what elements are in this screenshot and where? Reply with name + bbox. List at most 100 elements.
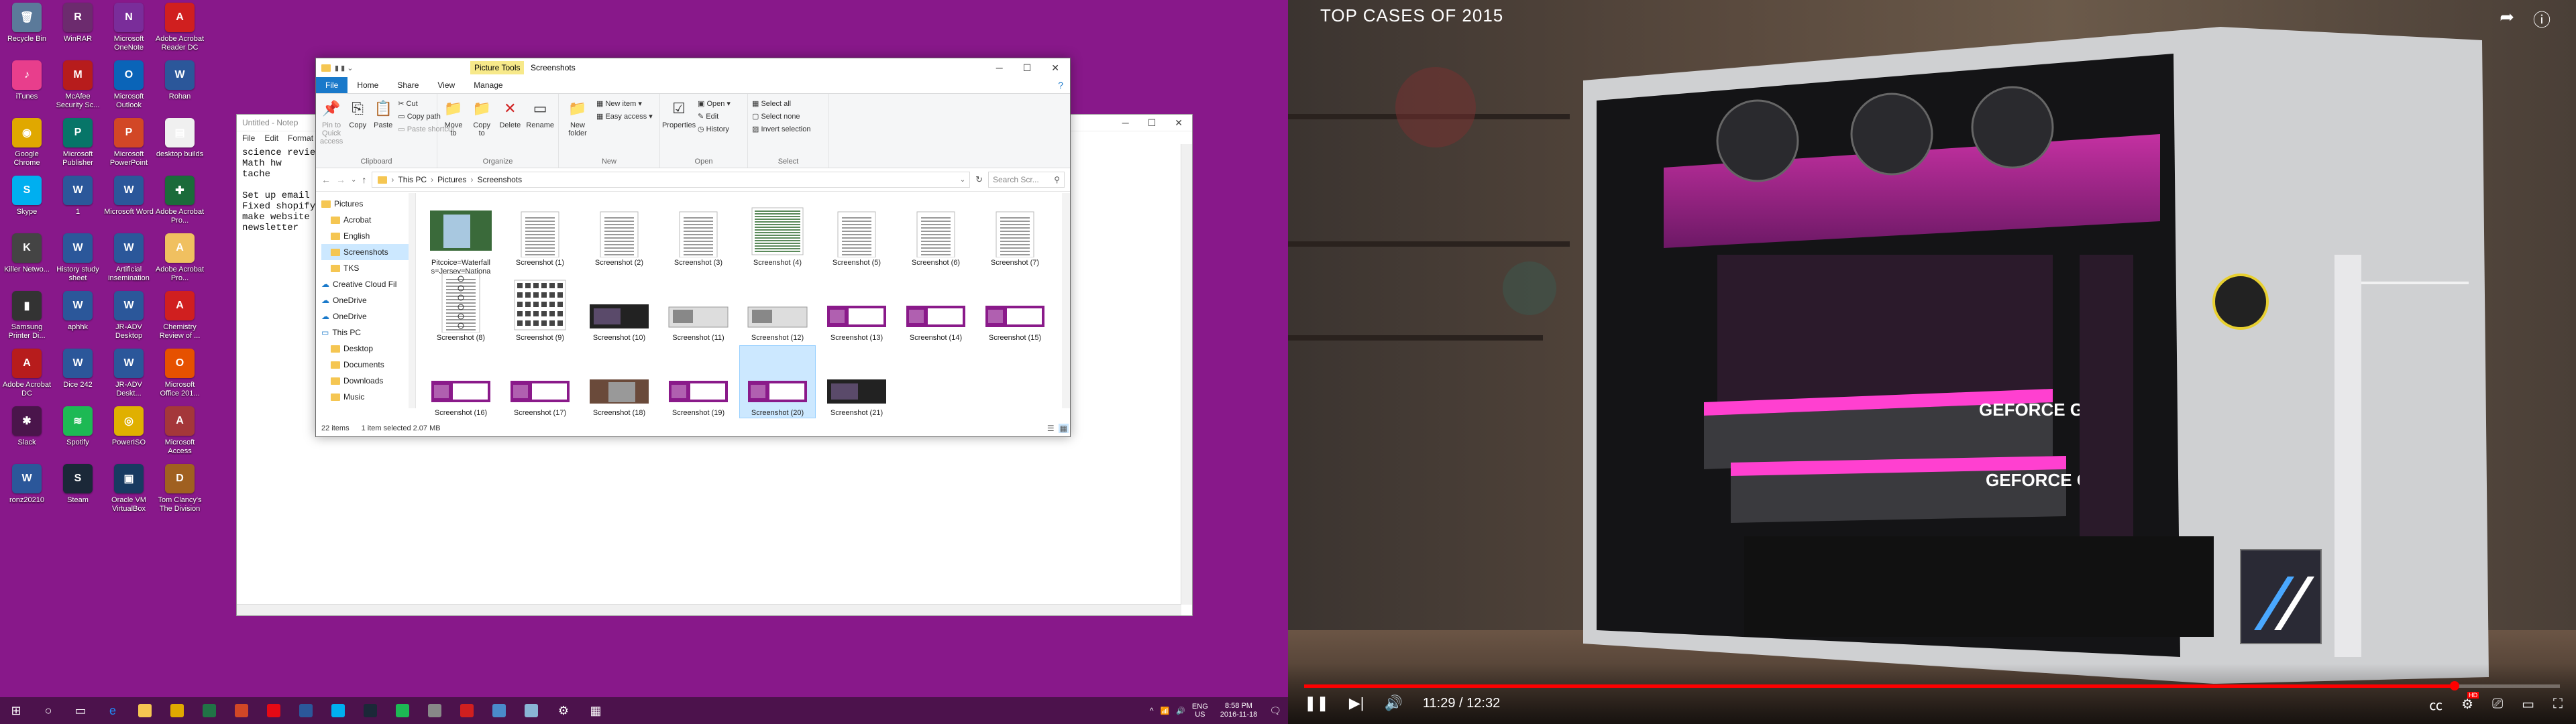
action-center-icon[interactable]: 🗨: [1269, 705, 1281, 717]
desktop-icon[interactable]: A Microsoft Access: [156, 406, 204, 456]
quick-access-toolbar[interactable]: ▮ ▮ ⌄: [335, 64, 353, 72]
tab-manage[interactable]: Manage: [464, 77, 512, 93]
nav-item[interactable]: ☁ Creative Cloud Fil: [321, 276, 415, 292]
file-thumbnail[interactable]: Screenshot (4): [740, 196, 815, 267]
share-icon[interactable]: ➦: [2500, 7, 2514, 32]
desktop-icon[interactable]: D Tom Clancy's The Division: [156, 464, 204, 514]
easy-access-button[interactable]: ▦ Easy access ▾: [596, 112, 653, 121]
nav-item[interactable]: English: [321, 228, 415, 244]
nav-item[interactable]: Music: [321, 389, 415, 405]
file-thumbnail[interactable]: Screenshot (8): [423, 271, 498, 343]
file-thumbnail[interactable]: Screenshot (7): [977, 196, 1053, 267]
taskbar-settings-icon[interactable]: ⚙: [547, 697, 580, 724]
desktop-icon[interactable]: A Chemistry Review of ...: [156, 291, 204, 341]
invert-selection-button[interactable]: ▨ Invert selection: [752, 125, 810, 133]
select-all-button[interactable]: ▦ Select all: [752, 99, 810, 108]
cast-icon[interactable]: ⎚: [2492, 697, 2503, 712]
volume-icon[interactable]: 🔊: [1176, 707, 1185, 715]
theater-icon[interactable]: ▭: [2522, 696, 2534, 713]
close-icon[interactable]: ✕: [1175, 117, 1183, 129]
tab-file[interactable]: File: [316, 77, 348, 93]
open-button[interactable]: ▣ Open ▾: [698, 99, 731, 108]
file-thumbnail[interactable]: Screenshot (10): [582, 271, 657, 343]
taskbar-excel-icon[interactable]: [193, 697, 225, 724]
file-thumbnail[interactable]: Screenshot (2): [582, 196, 657, 267]
desktop-icon[interactable]: ✚ Adobe Acrobat Pro...: [156, 176, 204, 225]
menu-edit[interactable]: Edit: [264, 133, 278, 143]
file-thumbnail[interactable]: Screenshot (21): [819, 346, 894, 418]
desktop-icon[interactable]: ▤ desktop builds: [156, 118, 204, 159]
copy-to-button[interactable]: 📁 Copy to: [470, 98, 494, 154]
desktop-icon[interactable]: S Skype: [3, 176, 51, 217]
taskbar-task-view-icon[interactable]: ▭: [64, 697, 97, 724]
pin-quick-access-button[interactable]: 📌 Pin to Quick access: [320, 98, 343, 154]
desktop-icon[interactable]: ▣ Oracle VM VirtualBox: [105, 464, 153, 514]
breadcrumb-pictures[interactable]: Pictures: [437, 175, 466, 184]
nav-item[interactable]: ▭ This PC: [321, 324, 415, 341]
search-input[interactable]: Search Scr... ⚲: [988, 172, 1065, 188]
desktop-icon[interactable]: A Adobe Acrobat Reader DC: [156, 3, 204, 52]
desktop-icon[interactable]: S Steam: [54, 464, 102, 505]
vertical-scrollbar[interactable]: [1181, 144, 1192, 605]
file-thumbnail[interactable]: Screenshot (1): [502, 196, 578, 267]
taskbar-skype-icon[interactable]: [322, 697, 354, 724]
desktop-icon[interactable]: W History study sheet: [54, 233, 102, 283]
desktop-icon[interactable]: P Microsoft PowerPoint: [105, 118, 153, 168]
desktop-icon[interactable]: W Rohan: [156, 60, 204, 101]
tab-view[interactable]: View: [428, 77, 464, 93]
desktop-icon[interactable]: P Microsoft Publisher: [54, 118, 102, 168]
properties-button[interactable]: ☑ Properties: [662, 98, 696, 154]
forward-icon[interactable]: →: [336, 174, 345, 185]
file-thumbnail[interactable]: Screenshot (18): [582, 346, 657, 418]
pause-icon[interactable]: ❚❚: [1304, 695, 1329, 712]
nav-item[interactable]: Pictures: [321, 196, 415, 212]
maximize-icon[interactable]: ☐: [1023, 62, 1032, 74]
refresh-icon[interactable]: ↻: [975, 174, 983, 185]
file-thumbnail[interactable]: Screenshot (12): [740, 271, 815, 343]
nav-item[interactable]: Pictures: [321, 405, 415, 408]
desktop-icon[interactable]: W JR-ADV Deskt...: [105, 349, 153, 398]
nav-item[interactable]: Acrobat: [321, 212, 415, 228]
address-bar[interactable]: › This PC › Pictures › Screenshots ⌄: [372, 172, 971, 188]
desktop-icon[interactable]: W Dice 242: [54, 349, 102, 389]
desktop-icon[interactable]: W1: [54, 176, 102, 217]
network-icon[interactable]: 📶: [1161, 707, 1170, 715]
new-item-button[interactable]: ▦ New item ▾: [596, 99, 653, 108]
taskbar-cortana-icon[interactable]: ○: [32, 697, 64, 724]
copy-button[interactable]: ⎘ Copy: [347, 98, 368, 154]
nav-scrollbar[interactable]: [409, 193, 415, 408]
breadcrumb-screenshots[interactable]: Screenshots: [477, 175, 522, 184]
edit-button[interactable]: ✎ Edit: [698, 112, 731, 121]
next-icon[interactable]: ▶|: [1349, 695, 1364, 712]
recent-locations-icon[interactable]: ⌄: [351, 176, 356, 184]
video-title[interactable]: TOP CASES OF 2015: [1320, 5, 1503, 26]
input-language[interactable]: ENG US: [1192, 703, 1208, 719]
taskbar-steam-icon[interactable]: [354, 697, 386, 724]
desktop-icon[interactable]: O Microsoft Office 201...: [156, 349, 204, 398]
desktop-icon[interactable]: R WinRAR: [54, 3, 102, 44]
file-thumbnail[interactable]: Screenshot (15): [977, 271, 1053, 343]
content-scrollbar[interactable]: [1062, 193, 1070, 408]
taskbar-powerpoint-icon[interactable]: [225, 697, 258, 724]
clock[interactable]: 8:58 PM 2016-11-18: [1220, 702, 1257, 719]
new-folder-button[interactable]: 📁 New folder: [563, 98, 592, 154]
desktop-icon[interactable]: A Adobe Acrobat Pro...: [156, 233, 204, 283]
file-thumbnail[interactable]: Screenshot (3): [661, 196, 736, 267]
explorer-titlebar[interactable]: ▮ ▮ ⌄ Picture Tools Screenshots ─ ☐ ✕: [316, 58, 1070, 77]
address-dropdown-icon[interactable]: ⌄: [960, 176, 965, 184]
desktop-icon[interactable]: O Microsoft Outlook: [105, 60, 153, 110]
taskbar-start-icon[interactable]: ⊞: [0, 697, 32, 724]
details-view-icon[interactable]: ☰: [1047, 424, 1055, 433]
progress-bar[interactable]: [1304, 681, 2560, 690]
taskbar-calculator-icon[interactable]: ▦: [580, 697, 612, 724]
taskbar-file-explorer-icon[interactable]: [129, 697, 161, 724]
nav-item[interactable]: Desktop: [321, 341, 415, 357]
rename-button[interactable]: ▭ Rename: [526, 98, 554, 154]
taskbar-edge-icon[interactable]: e: [97, 697, 129, 724]
tab-share[interactable]: Share: [388, 77, 428, 93]
nav-item[interactable]: Downloads: [321, 373, 415, 389]
file-thumbnail[interactable]: Screenshot (16): [423, 346, 498, 418]
settings-icon[interactable]: ⚙ HD: [2461, 692, 2479, 713]
taskbar-acrobat-icon[interactable]: [451, 697, 483, 724]
taskbar-notepad-icon[interactable]: [515, 697, 547, 724]
